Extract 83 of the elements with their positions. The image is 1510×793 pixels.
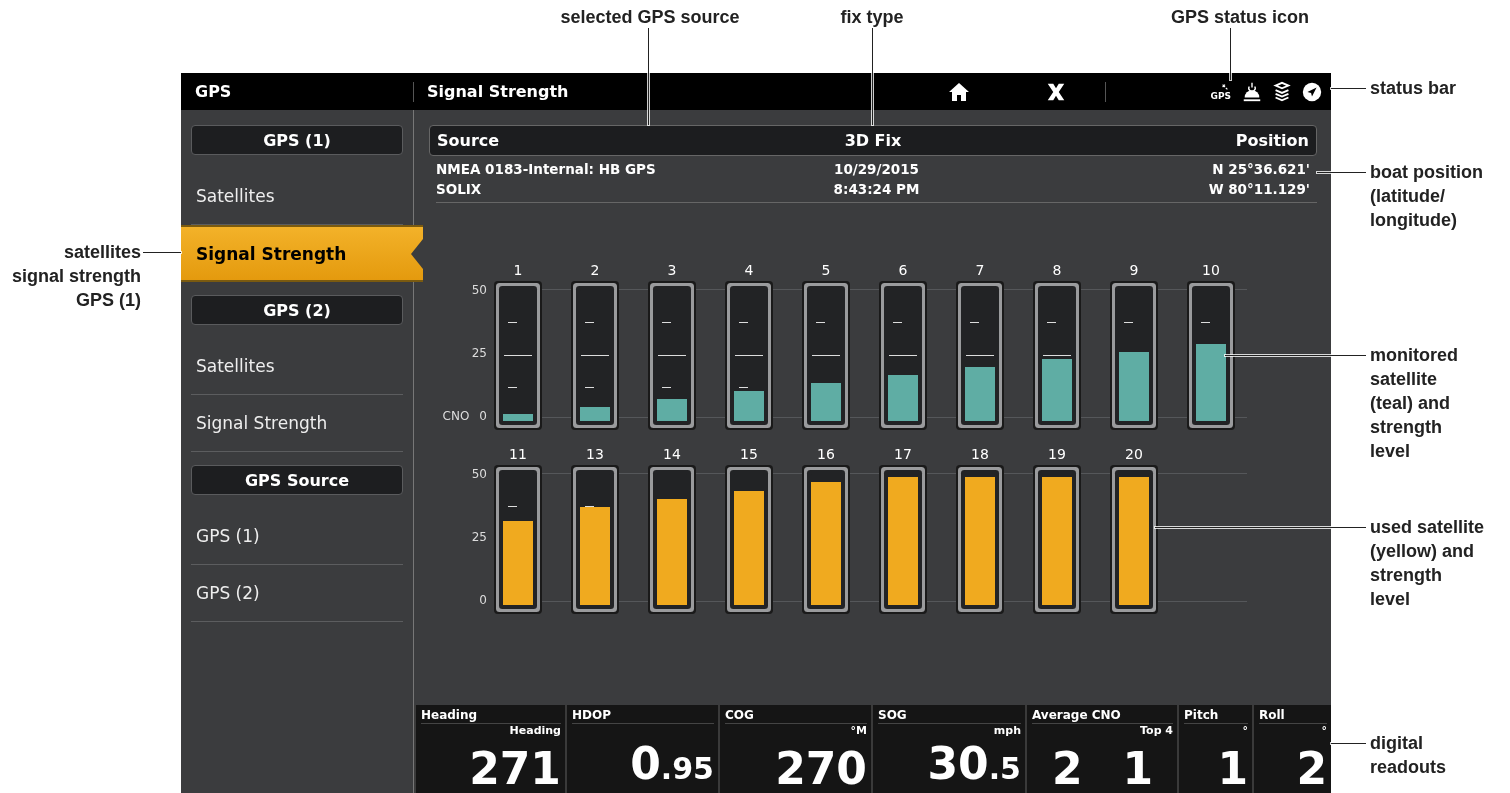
date-time-text: 10/29/2015 <box>833 160 920 179</box>
satellite-number: 20 <box>1124 445 1144 463</box>
satellite-number: 17 <box>893 445 913 463</box>
leader-line <box>143 252 181 253</box>
readout-value: 270 <box>775 745 867 793</box>
readout-value: 0.95 <box>630 740 714 791</box>
menu-item[interactable]: Satellites <box>191 338 403 395</box>
axis-label: 50 <box>471 283 487 297</box>
satellite-number: 5 <box>820 261 832 279</box>
satellite-number: 6 <box>897 261 909 279</box>
satellite-number: 13 <box>585 445 605 463</box>
readout-value: 2 <box>1051 745 1083 793</box>
page-title: Signal Strength <box>427 82 570 101</box>
leader-line <box>1331 88 1366 89</box>
readout-unit: ° <box>1321 724 1327 737</box>
readout-value: 2 <box>1296 745 1327 793</box>
readout-value: 271 <box>469 745 561 793</box>
layers-icon <box>1271 80 1293 103</box>
readout-unit: Heading <box>509 724 561 737</box>
satellite-number: 14 <box>662 445 682 463</box>
menu-item[interactable]: Signal Strength <box>181 225 423 282</box>
menu-item[interactable]: GPS (2) <box>191 565 403 622</box>
satellite-number: 10 <box>1201 261 1221 279</box>
callout-label: boat position (latitude/ longitude) <box>1370 161 1484 232</box>
satellite-number: 7 <box>974 261 986 279</box>
readout-value: 1 <box>1122 745 1154 793</box>
axis-label: 0 <box>479 593 487 607</box>
readout-unit: Top 4 <box>1140 724 1173 737</box>
callout-label: GPS status icon <box>1169 6 1310 29</box>
readout-title: HDOP <box>572 705 714 724</box>
satellite-number: 4 <box>743 261 755 279</box>
leader-line <box>1331 743 1366 744</box>
coordinate-text: N 25°36.621' <box>1211 160 1310 179</box>
satellite-number: 2 <box>589 261 601 279</box>
readout-unit: ° <box>1242 724 1248 737</box>
readout-title: SOG <box>878 705 1021 724</box>
axis-label: 25 <box>471 346 487 360</box>
readout-title: Heading <box>421 705 561 724</box>
source-text: SOLIX <box>436 180 483 199</box>
callout-label: satellites signal strength GPS (1) <box>11 241 141 312</box>
axis-label: 25 <box>471 530 487 544</box>
satellite-number: 9 <box>1128 261 1140 279</box>
section-header: GPS (2) <box>191 295 403 325</box>
axis-label: 50 <box>471 467 487 481</box>
callout-label: fix type <box>839 6 905 29</box>
leader-line <box>1317 172 1366 173</box>
app-title: GPS <box>195 82 232 101</box>
navigation-icon <box>1301 80 1323 103</box>
source-text: NMEA 0183-Internal: HB GPS <box>436 160 657 179</box>
coordinate-text: W 80°11.129' <box>1207 180 1310 199</box>
readout-title: Roll <box>1259 705 1327 724</box>
column-heading: Position <box>1234 131 1309 150</box>
menu-item[interactable]: GPS (1) <box>191 508 403 565</box>
satellite-number: 19 <box>1047 445 1067 463</box>
callout-label: selected GPS source <box>560 6 740 29</box>
callout-label: status bar <box>1370 77 1458 100</box>
readout-title: Average CNO <box>1032 705 1173 724</box>
leader-line <box>1230 28 1231 80</box>
section-header: GPS Source <box>191 465 403 495</box>
column-heading: Source <box>437 131 501 150</box>
sonar-dome-icon <box>1241 80 1263 103</box>
readout-unit: °M <box>850 724 867 737</box>
axis-title: CNO <box>442 409 470 423</box>
satellite-number: 3 <box>666 261 678 279</box>
readout-value: 30.5 <box>927 740 1021 791</box>
satellite-number: 8 <box>1051 261 1063 279</box>
readout-title: Pitch <box>1184 705 1248 724</box>
readout-unit: mph <box>993 724 1021 737</box>
readout-title: COG <box>725 705 867 724</box>
satellite-number: 15 <box>739 445 759 463</box>
satellite-number: 18 <box>970 445 990 463</box>
readout-value: 1 <box>1217 745 1248 793</box>
satellite-number: 1 <box>512 261 524 279</box>
fix-type: 3D Fix <box>843 131 903 150</box>
satellite-number: 16 <box>816 445 836 463</box>
callout-label: monitored satellite (teal) and strength level <box>1370 344 1459 463</box>
section-header: GPS (1) <box>191 125 403 155</box>
menu-item[interactable]: Signal Strength <box>191 395 403 452</box>
callout-label: used satellite (yellow) and strength level <box>1370 516 1486 611</box>
callout-label: digital readouts <box>1370 732 1448 779</box>
satellite-number: 11 <box>508 445 528 463</box>
axis-label: 0 <box>479 409 487 423</box>
date-time-text: 8:43:24 PM <box>832 180 921 199</box>
